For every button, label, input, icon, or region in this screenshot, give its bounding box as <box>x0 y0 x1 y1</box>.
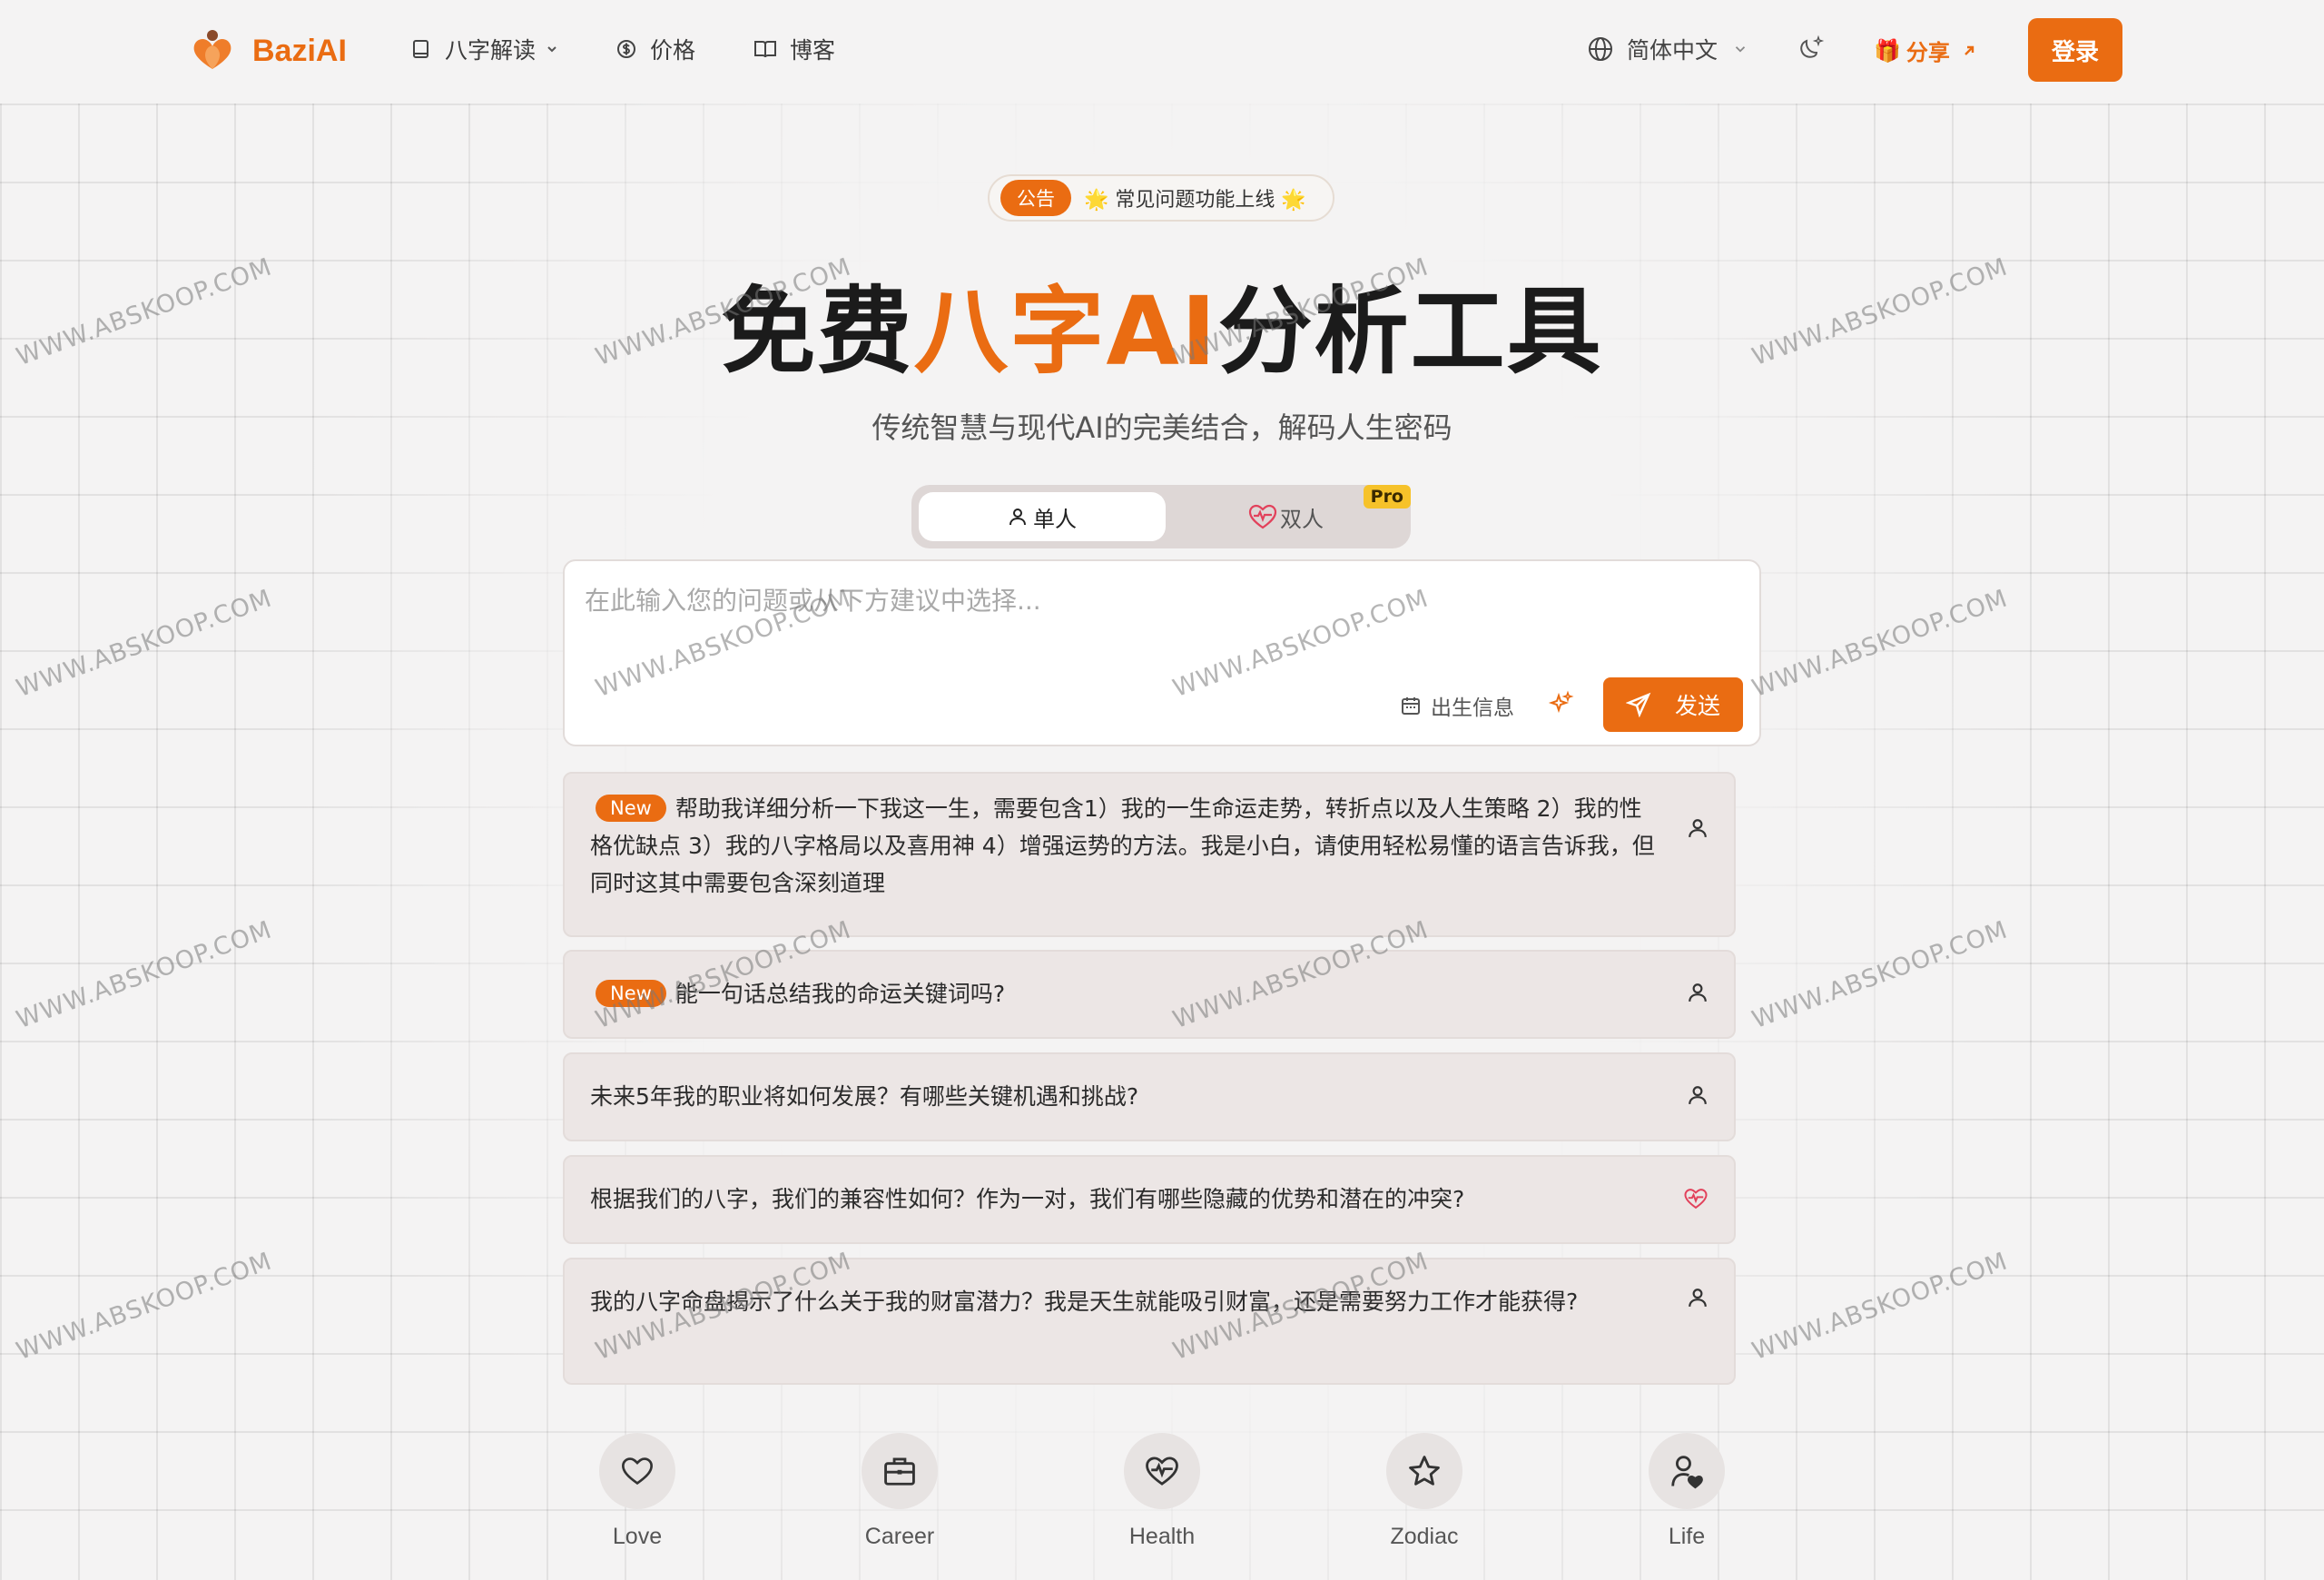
category-label: Zodiac <box>1390 1524 1459 1549</box>
birth-info-label: 出生信息 <box>1431 696 1514 720</box>
mode-toggle: 单人 双人 Pro <box>911 485 1411 548</box>
question-input[interactable] <box>583 579 1739 665</box>
globe-icon <box>1589 37 1612 61</box>
star-icon <box>1409 1456 1440 1486</box>
heart-pulse-icon <box>1146 1457 1178 1486</box>
suggestion-item[interactable]: 根据我们的八字，我们的兼容性如何？作为一对，我们有哪些隐藏的优势和潜在的冲突? <box>563 1155 1736 1244</box>
announcement-badge: 公告 <box>1000 180 1071 216</box>
single-mode-label: 单人 <box>1033 506 1077 532</box>
person-icon <box>1689 1289 1707 1307</box>
category-love[interactable]: Love <box>599 1433 675 1550</box>
category-health[interactable]: Health <box>1124 1433 1200 1550</box>
suggestion-item[interactable]: New 帮助我详细分析一下我这一生，需要包含1）我的一生命运走势，转折点以及人生策… <box>563 772 1736 937</box>
pro-badge: Pro <box>1363 485 1411 509</box>
birth-info-button[interactable]: 出生信息 <box>1400 690 1514 721</box>
nav-pricing[interactable]: 价格 <box>615 33 695 65</box>
user-heart-icon <box>1671 1456 1703 1489</box>
category-icon-circle <box>1124 1433 1200 1509</box>
suggestion-text: 能一句话总结我的命运关键词吗? <box>675 981 1006 1007</box>
sparkles-icon[interactable] <box>1547 690 1574 717</box>
language-label: 简体中文 <box>1627 37 1718 64</box>
heart-icon <box>622 1457 653 1486</box>
category-icon-circle <box>862 1433 938 1509</box>
announcement-banner[interactable]: 公告 🌟 常见问题功能上线 🌟 <box>988 174 1334 222</box>
dark-mode-toggle-icon[interactable] <box>1796 33 1827 64</box>
suggestion-text: 未来5年我的职业将如何发展？有哪些关键机遇和挑战? <box>590 1083 1139 1110</box>
title-highlight: 八字AI <box>913 276 1218 387</box>
chevron-down-icon <box>547 46 556 53</box>
brand-logo[interactable]: BaziAI <box>189 27 347 74</box>
page-subtitle: 传统智慧与现代AI的完美结合，解码人生密码 <box>872 410 1452 445</box>
suggestion-item[interactable]: 我的八字命盘揭示了什么关于我的财富潜力？我是天生就能吸引财富，还是需要努力工作才… <box>563 1258 1736 1385</box>
send-button[interactable]: 发送 <box>1603 677 1743 732</box>
person-icon <box>1689 983 1707 1002</box>
gift-icon: 🎁 <box>1874 37 1901 64</box>
book-icon <box>413 40 428 58</box>
heart-pulse-icon <box>1248 504 1277 529</box>
category-life[interactable]: Life <box>1649 1433 1725 1550</box>
category-label: Love <box>612 1524 663 1549</box>
category-label: Career <box>864 1524 935 1549</box>
title-pre: 免费 <box>721 276 914 387</box>
chevron-down-icon <box>1735 46 1746 53</box>
category-career[interactable]: Career <box>862 1433 938 1550</box>
suggestion-item[interactable]: 未来5年我的职业将如何发展？有哪些关键机遇和挑战? <box>563 1052 1736 1141</box>
brand-name: BaziAI <box>252 33 347 68</box>
top-navbar: BaziAI 八字解读 价格 博客 简体中文 🎁 分享 登录 <box>0 0 2324 102</box>
login-button[interactable]: 登录 <box>2028 18 2122 82</box>
category-icon-circle <box>1649 1433 1725 1509</box>
language-selector[interactable]: 简体中文 <box>1587 33 1748 65</box>
share-label: 分享 <box>1905 40 1950 65</box>
nav-label: 博客 <box>790 37 836 64</box>
announcement-text: 🌟 常见问题功能上线 🌟 <box>1084 189 1306 212</box>
person-icon <box>1009 509 1026 526</box>
briefcase-icon <box>884 1457 915 1486</box>
suggestion-item[interactable]: New 能一句话总结我的命运关键词吗? <box>563 950 1736 1039</box>
category-label: Life <box>1668 1524 1706 1549</box>
open-book-icon <box>754 41 776 58</box>
double-mode-label: 双人 <box>1280 506 1324 532</box>
arrow-up-right-icon <box>1965 45 1974 55</box>
dollar-circle-icon <box>617 40 635 58</box>
suggestion-text: 我的八字命盘揭示了什么关于我的财富潜力？我是天生就能吸引财富，还是需要努力工作才… <box>590 1289 1579 1315</box>
title-post: 分析工具 <box>1217 276 1603 387</box>
send-label: 发送 <box>1674 693 1720 719</box>
logo-icon <box>193 30 231 69</box>
category-icon-circle <box>1386 1433 1462 1509</box>
suggestion-content: New 帮助我详细分析一下我这一生，需要包含1）我的一生命运走势，转折点以及人生策… <box>590 790 1661 902</box>
heart-pulse-icon <box>1684 1189 1708 1210</box>
nav-bazi-reading[interactable]: 八字解读 <box>410 33 559 65</box>
person-icon <box>1689 1086 1707 1104</box>
nav-label: 八字解读 <box>445 37 537 64</box>
nav-label: 价格 <box>650 37 696 64</box>
new-badge: New <box>596 795 666 822</box>
category-icon-circle <box>599 1433 675 1509</box>
question-input-box: 出生信息 发送 <box>563 559 1761 746</box>
new-badge: New <box>596 980 666 1007</box>
suggestion-text: 帮助我详细分析一下我这一生，需要包含1）我的一生命运走势，转折点以及人生策略 2… <box>590 795 1655 896</box>
suggestion-content: New 能一句话总结我的命运关键词吗? <box>590 975 1661 1012</box>
person-icon <box>1689 819 1707 837</box>
suggestion-text: 根据我们的八字，我们的兼容性如何？作为一对，我们有哪些隐藏的优势和潜在的冲突? <box>590 1186 1465 1212</box>
nav-blog[interactable]: 博客 <box>753 33 835 65</box>
send-icon <box>1625 692 1651 717</box>
page-title: 免费八字AI分析工具 <box>0 254 2324 391</box>
share-link[interactable]: 🎁 分享 <box>1874 35 1977 66</box>
calendar-icon <box>1402 697 1420 715</box>
category-label: Health <box>1128 1524 1196 1549</box>
category-zodiac[interactable]: Zodiac <box>1386 1433 1462 1550</box>
single-mode-tab[interactable]: 单人 <box>919 492 1166 541</box>
